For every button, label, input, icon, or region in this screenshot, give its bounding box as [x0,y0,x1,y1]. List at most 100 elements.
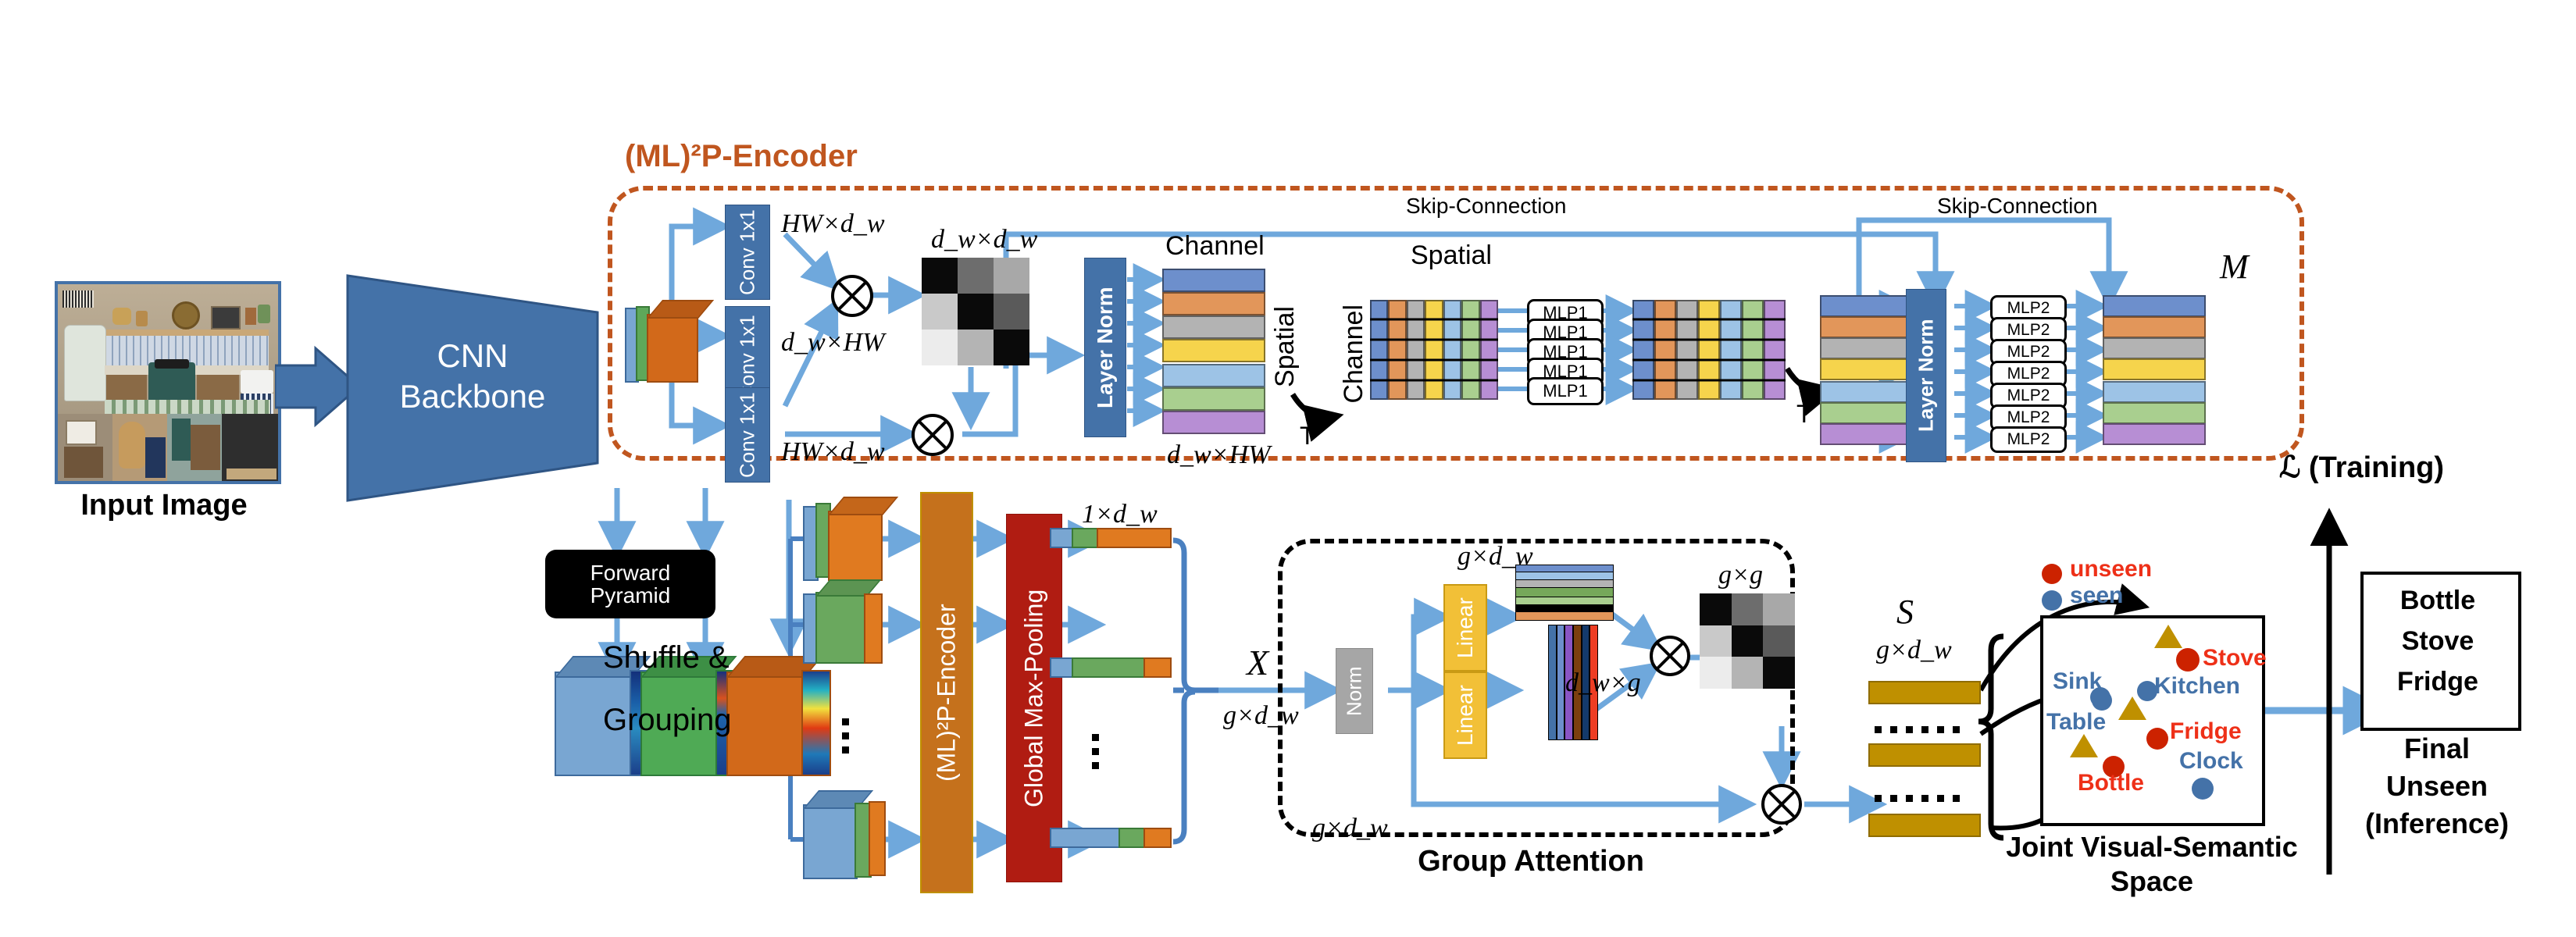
pooled-vector-2 [1050,654,1175,678]
spatial-grid-a-rows [1370,318,1498,382]
legend-marker-unseen [2042,564,2062,584]
layer-norm-1: Layer Norm [1084,258,1126,437]
norm-block: Norm [1336,648,1373,734]
spatial-label-1: Spatial [1270,306,1300,387]
x-symbol: X [1247,643,1269,682]
dim-k-label: d_w×g [1565,668,1641,697]
spatial-label-2: Spatial [1411,240,1492,270]
point-fridge [2146,728,2168,750]
mlp1-label-5: MLP1 [1543,381,1588,401]
group-attention-caption: Group Attention [1418,845,1644,878]
matmul-icon-4 [1761,784,1802,825]
semantic-bar-3 [1868,814,1981,837]
dim-hw-dw-bottom: HW×d_w [781,437,885,466]
encoder-title: (ML)²P-Encoder [625,139,858,173]
semantic-caption-line1: Joint Visual-Semantic [2006,831,2298,863]
semantic-bar-1 [1868,681,1981,704]
encoder-output-symbol: M [2220,248,2249,286]
dim-hw-dw-top: HW×d_w [781,209,885,238]
linear-block-2: Linear [1443,672,1487,759]
mlp2-label-3: MLP2 [2007,343,2050,361]
skip-connection-label-1: Skip-Connection [1406,194,1567,218]
prediction-2: Stove [2401,626,2474,656]
forward-pyramid-line1: Forward [590,560,671,585]
encoder-column: (ML)²P-Encoder [920,492,973,893]
linear-label-2: Linear [1453,685,1477,746]
mlp2-label-2: MLP2 [2007,321,2050,339]
matmul-icon-1 [831,275,873,317]
shuffle-label-line1: Shuffle & [603,640,730,675]
mlp1-row-5: MLP1 [1527,377,1604,405]
pooled-vectors-ellipsis [1092,734,1099,769]
label-stove: Stove [2203,645,2267,671]
encoder-output-stack [2103,295,2206,451]
s-symbol: S [1896,593,1914,631]
projected-marker-3 [2070,734,2098,757]
skip-connection-label-2: Skip-Connection [1937,194,2098,218]
attention-matrix [922,258,1029,365]
label-bottle: Bottle [2078,770,2144,796]
forward-pyramid-line2: Pyramid [590,583,671,607]
forward-pyramid-box: Forward Pyramid [545,550,715,618]
linear-label-1: Linear [1453,597,1477,658]
mlp2-label-7: MLP2 [2007,430,2050,448]
output-caption-line3: (Inference) [2364,807,2510,839]
semantic-bar-2 [1868,743,1981,767]
mlp2-row-7: MLP2 [1990,426,2067,453]
loss-label: ℒ (Training) [2279,451,2445,484]
mlp2-label-5: MLP2 [2007,387,2050,404]
mlp2-label-4: MLP2 [2007,365,2050,383]
layer-norm-2-label: Layer Norm [1914,319,1938,433]
conv-block-1-label: Conv 1x1 [735,209,759,295]
group-attention-matrix [1700,593,1795,689]
cnn-backbone-label-line2: Backbone [399,378,546,415]
conv-block-3-label: Conv 1x1 [735,392,759,478]
legend-label-unseen: unseen [2070,556,2153,582]
transpose-label-2: T [1796,400,1812,428]
mlp2-label-1: MLP2 [2007,299,2050,317]
prediction-3: Fridge [2397,667,2478,697]
channel-stack-1 [1162,269,1265,437]
label-fridge: Fridge [2170,718,2242,744]
dim-v-label: g×d_w [1312,814,1388,843]
semantic-caption-line2: Space [2110,865,2194,897]
group-cube-1 [803,492,899,586]
output-caption-line2: Unseen [2385,770,2489,802]
point-stove [2176,648,2200,672]
layer-norm-2: Layer Norm [1906,289,1946,462]
transpose-label-1: T [1300,422,1315,450]
matmul-icon-3 [1650,636,1690,676]
dim-dw-hw: d_w×HW [781,328,885,357]
attn-matrix-dim-label: d_w×d_w [931,225,1038,254]
channel-label-1: Channel [1165,231,1265,261]
conv-block-1: Conv 1x1 [725,205,770,300]
label-clock: Clock [2179,748,2243,774]
point-table-marker [2090,687,2110,707]
output-caption-line1: Final [2403,732,2470,764]
group-cube-3 [803,789,904,890]
norm-label: Norm [1342,666,1366,716]
pooling-label: Global Max-Pooling [1019,589,1048,807]
linear-block-1: Linear [1443,584,1487,672]
s-dim-label: g×d_w [1876,636,1952,664]
group-cubes-ellipsis [842,718,849,754]
pooled-vector-3 [1050,825,1175,848]
mlp2-label-6: MLP2 [2007,408,2050,426]
matmul-icon-2 [912,414,954,456]
channel-label-2: Channel [1339,305,1368,404]
projected-marker-1 [2154,625,2182,648]
cnn-backbone-label-line1: CNN [437,337,508,374]
encoder-input-cube [625,297,719,383]
input-image [55,281,281,484]
label-kitchen: Kitchen [2154,673,2241,699]
legend-label-seen: seen [2070,583,2124,608]
token-dim-label: d_w×HW [1167,440,1271,469]
prediction-1: Bottle [2399,586,2476,615]
point-clock [2192,778,2214,800]
spatial-grid-b-rows [1632,318,1786,382]
diagram-canvas: Input Image CNN Backbone Forward Pyramid… [0,0,2576,937]
layer-norm-1-label: Layer Norm [1093,287,1117,408]
feature-cube-orange [726,656,836,776]
encoder-column-label: (ML)²P-Encoder [932,604,961,782]
semantic-ellipsis-1 [1875,726,1960,733]
